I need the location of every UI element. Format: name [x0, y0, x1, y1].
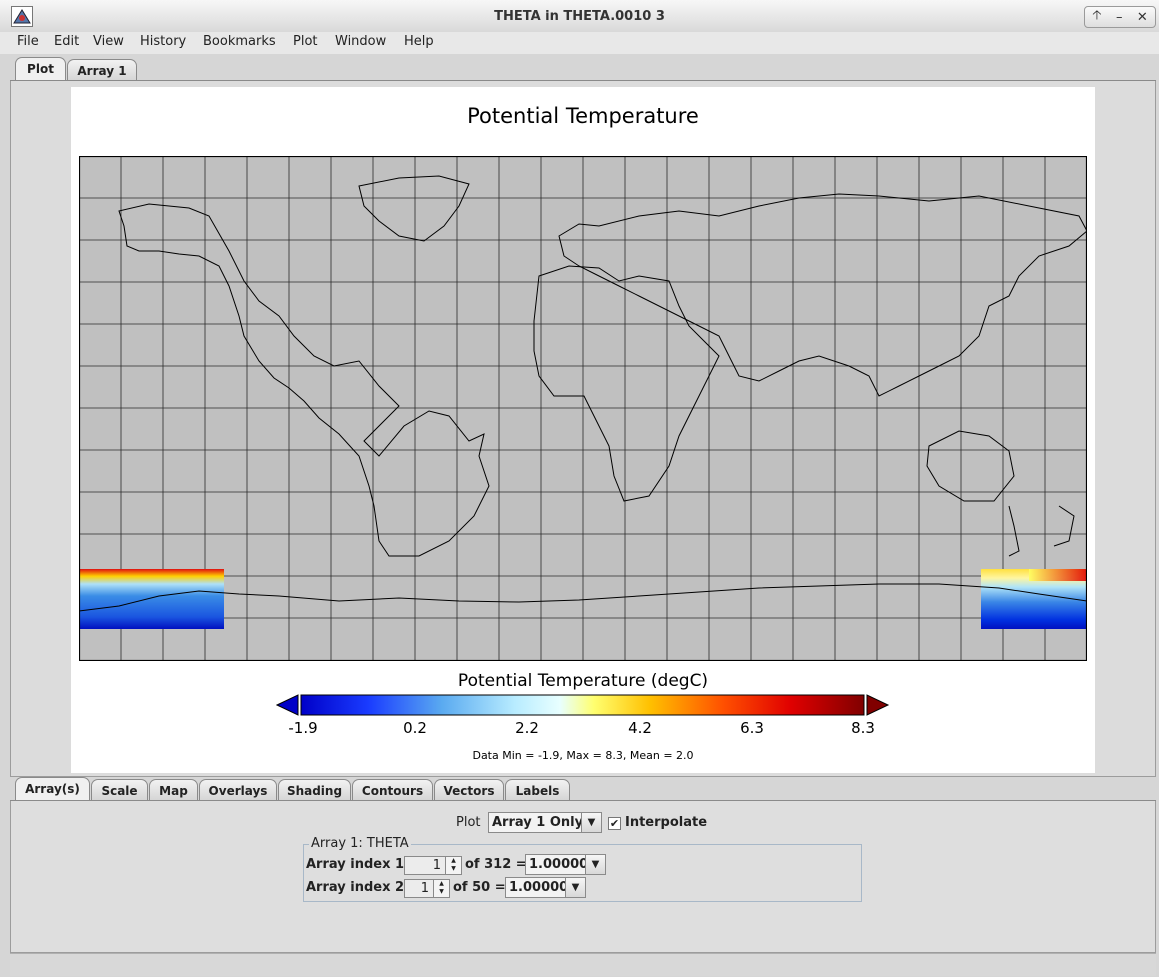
maximize-icon[interactable]: 🡡: [1092, 6, 1101, 28]
menu-view[interactable]: View: [93, 32, 124, 54]
plot-mode-label: Plot: [456, 815, 481, 830]
menu-bookmarks[interactable]: Bookmarks: [203, 32, 276, 54]
menu-plot[interactable]: Plot: [293, 32, 318, 54]
colorbar-tick: 2.2: [515, 719, 539, 737]
tab-plot[interactable]: Plot: [15, 57, 66, 81]
menu-window[interactable]: Window: [335, 32, 386, 54]
world-map: [79, 156, 1087, 661]
index2-value: 1: [420, 881, 429, 896]
colorbar-max-arrow: [866, 694, 890, 716]
plot-mode-value: Array 1 Only: [492, 815, 584, 830]
tab-contours[interactable]: Contours: [352, 779, 433, 801]
close-icon[interactable]: ✕: [1137, 10, 1148, 25]
index1-of-label: of 312 =: [465, 857, 527, 872]
sst-field-west: [79, 569, 224, 629]
plot-title: Potential Temperature: [467, 104, 699, 128]
colorbar-min-arrow: [276, 694, 299, 716]
index2-label: Array index 2:: [306, 880, 410, 895]
index2-spinner[interactable]: 1 ▲ ▼: [404, 879, 450, 898]
tab-vectors[interactable]: Vectors: [434, 779, 504, 801]
plot-mode-select[interactable]: Array 1 Only ▼: [488, 812, 602, 833]
colorbar-tick: 4.2: [628, 719, 652, 737]
tab-shading[interactable]: Shading: [278, 779, 351, 801]
data-stats: Data Min = -1.9, Max = 8.3, Mean = 2.0: [472, 749, 694, 762]
window-title: THETA in THETA.0010 3: [494, 9, 665, 24]
spinner-arrows-icon[interactable]: ▲ ▼: [433, 880, 449, 897]
panel-divider: [10, 776, 1156, 777]
tab-scale[interactable]: Scale: [91, 779, 148, 801]
interpolate-checkbox[interactable]: ✔: [608, 817, 621, 830]
chevron-down-icon[interactable]: ▼: [585, 855, 605, 874]
chevron-down-icon[interactable]: ▼: [581, 813, 601, 832]
index2-coord-select[interactable]: 1.00000 ▼: [505, 877, 586, 898]
menu-help[interactable]: Help: [404, 32, 434, 54]
group-title: Array 1: THETA: [309, 836, 411, 851]
tab-arrays[interactable]: Array(s): [15, 777, 90, 801]
colorbar-tick: -1.9: [288, 719, 318, 737]
window-controls: 🡡 – ✕: [1084, 6, 1156, 28]
colorbar: [276, 694, 890, 716]
spinner-arrows-icon[interactable]: ▲ ▼: [445, 857, 461, 874]
index2-coord-value: 1.00000: [509, 880, 569, 895]
tab-labels[interactable]: Labels: [505, 779, 570, 801]
index1-label: Array index 1:: [306, 857, 410, 872]
index1-spinner[interactable]: 1 ▲ ▼: [404, 856, 462, 875]
index1-value: 1: [432, 858, 441, 873]
colorbar-tick: 6.3: [740, 719, 764, 737]
minimize-icon[interactable]: –: [1116, 10, 1123, 25]
menu-edit[interactable]: Edit: [54, 32, 79, 54]
tab-array-1[interactable]: Array 1: [67, 59, 137, 81]
index1-coord-value: 1.00000: [529, 857, 589, 872]
status-bar: [10, 953, 1156, 976]
colorbar-gradient: [300, 694, 865, 716]
sst-field-east-warm: [1029, 569, 1087, 581]
index1-coord-select[interactable]: 1.00000 ▼: [525, 854, 606, 875]
colorbar-tick: 8.3: [851, 719, 875, 737]
menubar: File Edit View History Bookmarks Plot Wi…: [0, 32, 1159, 54]
colorbar-tick: 0.2: [403, 719, 427, 737]
menu-file[interactable]: File: [17, 32, 39, 54]
menu-history[interactable]: History: [140, 32, 186, 54]
colorbar-title: Potential Temperature (degC): [457, 671, 709, 691]
tab-overlays[interactable]: Overlays: [199, 779, 277, 801]
chevron-down-icon[interactable]: ▼: [565, 878, 585, 897]
index2-of-label: of 50 =: [453, 880, 506, 895]
tab-map[interactable]: Map: [149, 779, 198, 801]
interpolate-label: Interpolate: [625, 815, 708, 830]
